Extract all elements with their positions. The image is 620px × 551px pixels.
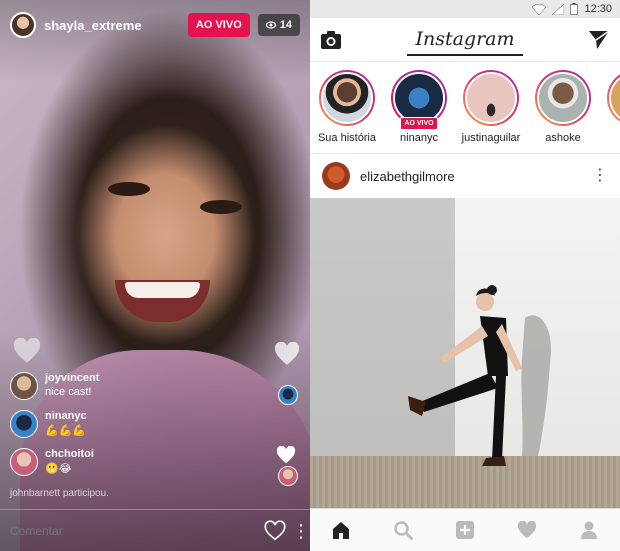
story-item[interactable]: justinaguilar [460, 70, 522, 153]
commenter-name[interactable]: ninanyc [45, 410, 87, 422]
post-username[interactable]: elizabethgilmore [360, 169, 592, 184]
story-ring [607, 70, 620, 126]
commenter-name[interactable]: joyvincent [45, 372, 99, 384]
story-item[interactable]: Sua história [316, 70, 378, 153]
search-icon[interactable] [392, 519, 414, 541]
reaction-avatar [278, 466, 298, 486]
instagram-logo: Instagram [407, 24, 523, 56]
story-label: Sua história [317, 132, 377, 144]
viewer-count[interactable]: 14 [257, 14, 300, 36]
story-item[interactable]: AO VIVO ninanyc [388, 70, 450, 153]
comment-text: nice cast! [45, 386, 92, 398]
post-image[interactable] [310, 198, 620, 508]
live-badge: AO VIVO [187, 13, 250, 37]
live-comment: joyvincent nice cast! [10, 372, 99, 400]
reaction-avatar [278, 385, 298, 405]
story-item[interactable]: ber [604, 70, 620, 153]
wifi-icon [532, 3, 547, 15]
bottom-nav [310, 508, 620, 551]
camera-icon[interactable] [320, 30, 342, 50]
heart-icon[interactable] [516, 519, 538, 541]
add-post-icon[interactable] [454, 519, 476, 541]
signal-icon [552, 3, 565, 15]
top-bar: Instagram [310, 18, 620, 62]
story-label: justinaguilar [461, 132, 521, 144]
commenter-avatar[interactable] [10, 448, 38, 476]
more-options-icon[interactable]: ⋮ [292, 522, 310, 540]
broadcaster-username[interactable]: shayla_extreme [44, 18, 188, 33]
status-bar: 12:30 [310, 0, 620, 18]
story-label: ninanyc [400, 132, 438, 144]
joined-notice: johnbarnett participou. [10, 488, 109, 499]
battery-icon [570, 3, 579, 15]
eye-icon [265, 21, 276, 29]
post-header: elizabethgilmore ⋮ [310, 154, 620, 198]
floating-heart-icon [276, 446, 296, 464]
story-label: ashoke [545, 132, 581, 144]
comment-text: 💪💪💪 [45, 425, 87, 437]
post-avatar[interactable] [322, 162, 350, 190]
comment-text: 😬😂 [45, 463, 72, 475]
story-ring [319, 70, 375, 126]
live-header: shayla_extreme AO VIVO 14 [10, 12, 300, 38]
commenter-name[interactable]: chchoitoi [45, 448, 94, 460]
live-footer: ⋮ [0, 509, 310, 551]
profile-icon[interactable] [578, 519, 600, 541]
stories-tray: Sua história AO VIVO ninanyc justinaguil… [310, 62, 620, 154]
live-comment: chchoitoi 😬😂 [10, 448, 94, 476]
clock: 12:30 [584, 3, 612, 15]
instagram-feed: 12:30 Instagram Sua história AO VIVO nin… [310, 0, 620, 551]
like-heart-icon[interactable] [264, 519, 286, 542]
live-broadcast-view: shayla_extreme AO VIVO 14 joyvincent nic… [0, 0, 310, 551]
viewer-count-value: 14 [279, 19, 292, 31]
direct-send-icon[interactable] [588, 29, 610, 50]
floating-heart-icon [13, 338, 41, 363]
post-more-icon[interactable]: ⋮ [592, 168, 608, 184]
live-comment: ninanyc 💪💪💪 [10, 410, 87, 438]
story-live-badge: AO VIVO [400, 117, 438, 130]
story-ring [463, 70, 519, 126]
floating-heart-icon [274, 342, 300, 365]
story-ring [535, 70, 591, 126]
dancer-figure [408, 285, 551, 466]
comment-input[interactable] [10, 523, 264, 538]
commenter-avatar[interactable] [10, 410, 38, 438]
home-icon[interactable] [330, 519, 352, 541]
broadcaster-avatar[interactable] [10, 12, 36, 38]
story-item[interactable]: ashoke [532, 70, 594, 153]
commenter-avatar[interactable] [10, 372, 38, 400]
